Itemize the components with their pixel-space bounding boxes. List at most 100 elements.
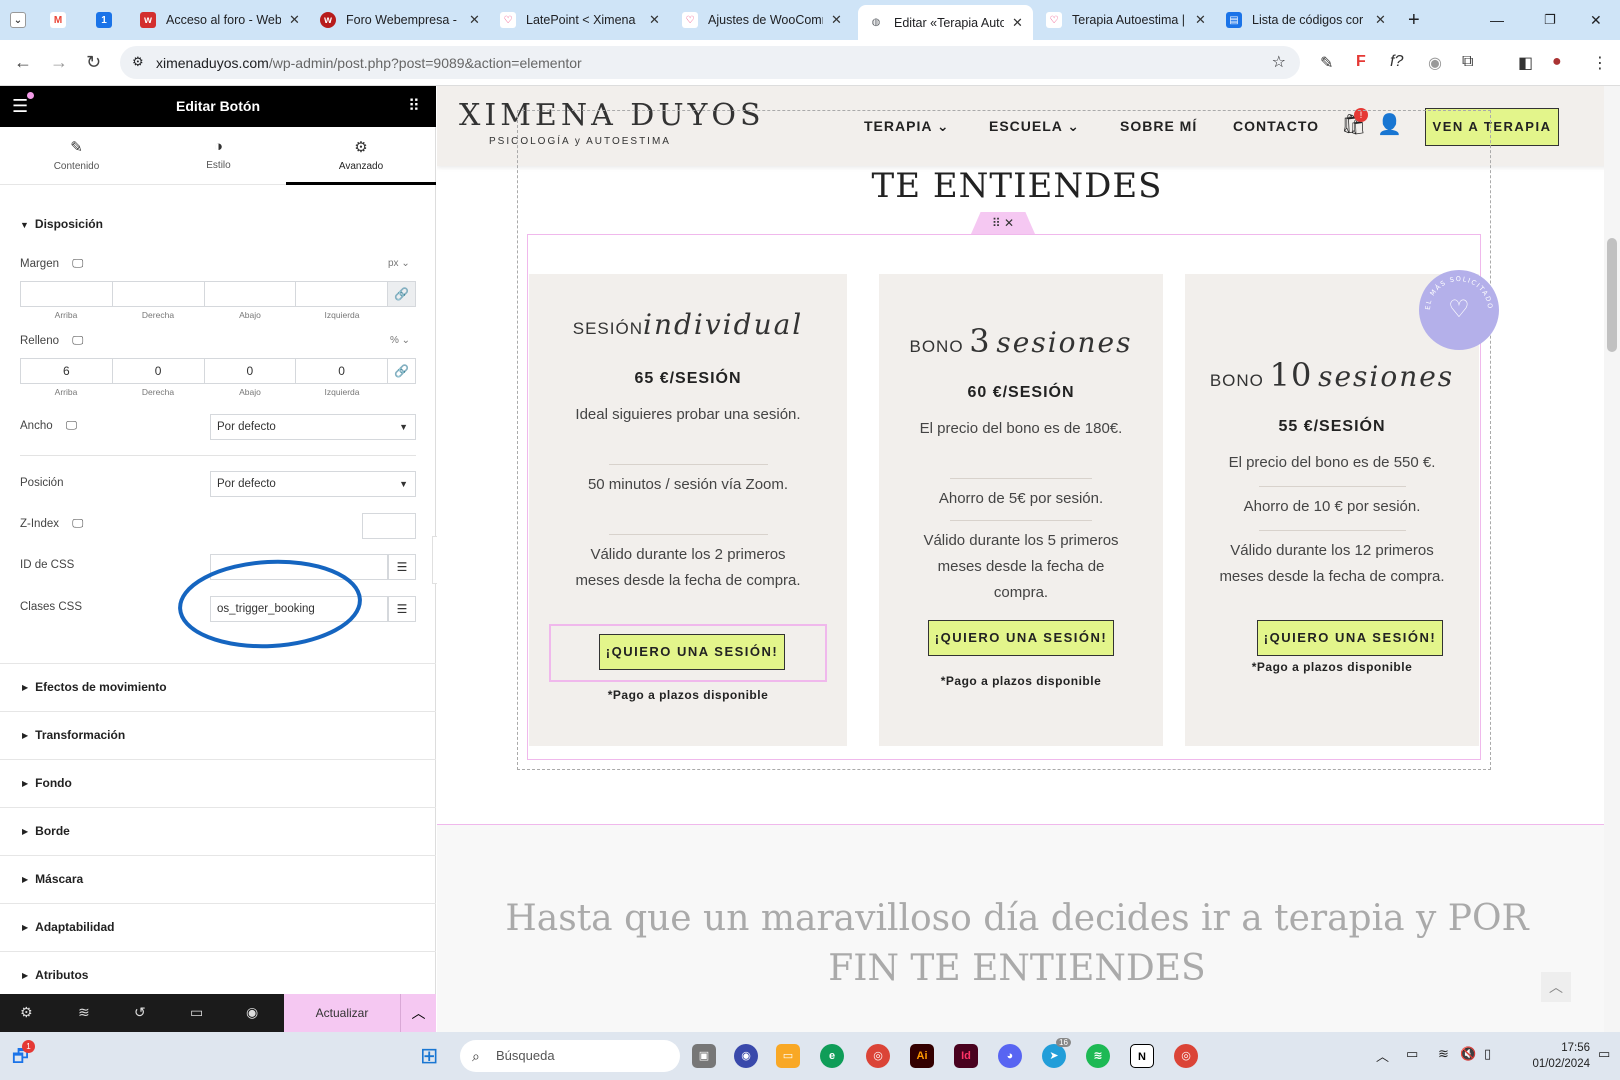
browser-menu-icon[interactable]: ⋮ <box>1592 53 1608 73</box>
margin-left-input[interactable] <box>296 282 388 306</box>
tab-woocommerce[interactable]: ♡ Ajustes de WooComm ✕ <box>682 5 842 35</box>
reload-button[interactable]: ↻ <box>86 52 101 73</box>
minimize-button[interactable]: — <box>1490 5 1504 35</box>
task-view-icon[interactable]: ▣ <box>692 1044 716 1068</box>
chevron-up-icon[interactable]: ︿ <box>400 994 436 1032</box>
accordion-border[interactable]: ▶ Borde <box>0 807 436 855</box>
page-scrollbar[interactable] <box>1604 86 1620 1032</box>
close-icon[interactable]: ✕ <box>469 12 480 28</box>
accordion-motion-effects[interactable]: ▶ Efectos de movimiento <box>0 663 436 711</box>
settings-gear-icon[interactable]: ⚙ <box>20 1004 33 1021</box>
extension-f-icon[interactable]: F <box>1356 53 1366 71</box>
extensions-puzzle-icon[interactable]: ⧉ <box>1462 53 1473 71</box>
tab-latepoint[interactable]: ♡ LatePoint < Ximena ✕ <box>500 5 660 35</box>
back-button[interactable]: ← <box>14 52 32 73</box>
wifi-icon[interactable]: ≋ <box>1438 1046 1449 1062</box>
tab-estilo[interactable]: ◑ Estilo <box>146 127 291 185</box>
close-icon[interactable]: ✕ <box>1195 12 1206 28</box>
link-values-icon[interactable]: 🔗 <box>388 282 415 306</box>
volume-muted-icon[interactable]: 🔇 <box>1460 1046 1476 1062</box>
padding-bottom-input[interactable]: 0 <box>205 359 297 383</box>
tab-editar-terapia[interactable]: ◍ Editar «Terapia Auto ✕ <box>858 5 1033 40</box>
accordion-attributes[interactable]: ▶ Atributos <box>0 951 436 994</box>
width-select[interactable]: Por defecto ▼ <box>210 414 416 440</box>
scroll-to-top-button[interactable]: ︿ <box>1541 972 1571 1002</box>
padding-right-input[interactable]: 0 <box>113 359 205 383</box>
update-button[interactable]: Actualizar <box>284 994 400 1032</box>
tab-contenido[interactable]: ✎ Contenido <box>4 127 149 185</box>
padding-top-input[interactable]: 6 <box>21 359 113 383</box>
dynamic-tags-icon[interactable]: ☰ <box>388 596 416 622</box>
tab-search-menu[interactable]: ⌄ <box>10 5 36 35</box>
accordion-transform[interactable]: ▶ Transformación <box>0 711 436 759</box>
tab-acceso-foro[interactable]: w Acceso al foro - Web ✕ <box>140 5 300 35</box>
scrollbar-thumb[interactable] <box>1607 238 1617 352</box>
bookmark-star-icon[interactable]: ☆ <box>1272 52 1286 72</box>
new-tab-button[interactable]: + <box>1408 5 1420 35</box>
extension-circle-icon[interactable]: ◉ <box>1428 53 1442 73</box>
chrome-profile-icon[interactable]: ◎ <box>1174 1044 1198 1068</box>
chrome-icon[interactable]: ◎ <box>866 1044 890 1068</box>
desktop-icon[interactable]: 🖵 <box>66 420 77 432</box>
padding-left-input[interactable]: 0 <box>296 359 388 383</box>
accordion-mask[interactable]: ▶ Máscara <box>0 855 436 903</box>
close-icon[interactable]: ✕ <box>1012 15 1023 31</box>
tray-display-icon[interactable]: ▭ <box>1406 1046 1418 1062</box>
margin-right-input[interactable] <box>113 282 205 306</box>
history-icon[interactable]: ↺ <box>134 1004 146 1021</box>
file-explorer-icon[interactable]: ▭ <box>776 1044 800 1068</box>
margin-top-input[interactable] <box>21 282 113 306</box>
tab-avanzado[interactable]: ⚙ Avanzado <box>286 127 436 185</box>
close-icon[interactable]: ✕ <box>831 12 842 28</box>
profile-avatar[interactable]: ● <box>1552 53 1562 71</box>
tab-calendar[interactable]: 1 <box>96 5 122 35</box>
layers-icon[interactable]: ≋ <box>78 1004 90 1021</box>
section-handle[interactable]: ⠿ ✕ <box>971 212 1035 234</box>
dynamic-tags-icon[interactable]: ☰ <box>388 554 416 580</box>
forward-button[interactable]: → <box>50 52 68 73</box>
padding-unit-select[interactable]: % ⌄ <box>390 335 410 346</box>
close-icon[interactable]: ✕ <box>289 12 300 28</box>
spotify-icon[interactable]: ≋ <box>1086 1044 1110 1068</box>
tray-chevron-up-icon[interactable]: ︿ <box>1376 1046 1389 1065</box>
responsive-mode-icon[interactable]: ▭ <box>190 1004 203 1021</box>
margin-unit-select[interactable]: px ⌄ <box>388 258 410 269</box>
quiero-sesion-button[interactable]: ¡QUIERO UNA SESIÓN! <box>599 634 785 670</box>
sidepanel-icon[interactable]: ◧ <box>1518 53 1533 73</box>
desktop-icon[interactable]: 🖵 <box>72 518 83 530</box>
app-icon[interactable]: ◉ <box>734 1044 758 1068</box>
indesign-icon[interactable]: Id <box>954 1044 978 1068</box>
desktop-icon[interactable]: 🖵 <box>72 335 83 347</box>
notion-icon[interactable]: N <box>1130 1044 1154 1068</box>
accordion-background[interactable]: ▶ Fondo <box>0 759 436 807</box>
quiero-sesion-button[interactable]: ¡QUIERO UNA SESIÓN! <box>1257 620 1443 656</box>
telegram-icon[interactable]: ➤ <box>1042 1044 1066 1068</box>
discord-icon[interactable]: ◕ <box>998 1044 1022 1068</box>
widgets-grid-icon[interactable]: ⠿ <box>408 96 420 116</box>
preview-eye-icon[interactable]: ◉ <box>246 1004 258 1021</box>
accordion-responsive[interactable]: ▶ Adaptabilidad <box>0 903 436 951</box>
tab-foro-webempresa[interactable]: w Foro Webempresa - F ✕ <box>320 5 480 35</box>
link-values-icon[interactable]: 🔗 <box>388 359 415 383</box>
tab-terapia-autoestima[interactable]: ♡ Terapia Autoestima | ✕ <box>1046 5 1206 35</box>
tab-gmail[interactable]: M <box>50 5 76 35</box>
close-window-button[interactable]: ✕ <box>1590 5 1602 35</box>
section-disposicion[interactable]: ▼ Disposición <box>20 217 103 231</box>
battery-icon[interactable]: ▯ <box>1484 1046 1491 1062</box>
zindex-input[interactable] <box>362 513 416 539</box>
margin-bottom-input[interactable] <box>205 282 297 306</box>
taskbar-clock[interactable]: 17:56 01/02/2024 <box>1520 1040 1590 1072</box>
url-field[interactable]: ⚙ ximenaduyos.com/wp-admin/post.php?post… <box>120 46 1300 79</box>
maximize-button[interactable]: ❐ <box>1544 5 1556 35</box>
close-icon[interactable]: ✕ <box>1375 12 1386 28</box>
taskbar-search[interactable]: ⌕ Búsqueda <box>460 1040 680 1072</box>
position-select[interactable]: Por defecto ▼ <box>210 471 416 497</box>
close-icon[interactable]: ✕ <box>649 12 660 28</box>
quiero-sesion-button[interactable]: ¡QUIERO UNA SESIÓN! <box>928 620 1114 656</box>
illustrator-icon[interactable]: Ai <box>910 1044 934 1068</box>
site-info-icon[interactable]: ⚙ <box>132 54 144 70</box>
edge-icon[interactable]: e <box>820 1044 844 1068</box>
notifications-icon[interactable]: ▭ <box>1598 1046 1610 1062</box>
tab-lista-codigos[interactable]: ▤ Lista de códigos cor ✕ <box>1226 5 1386 35</box>
extension-font-icon[interactable]: f? <box>1390 53 1403 71</box>
